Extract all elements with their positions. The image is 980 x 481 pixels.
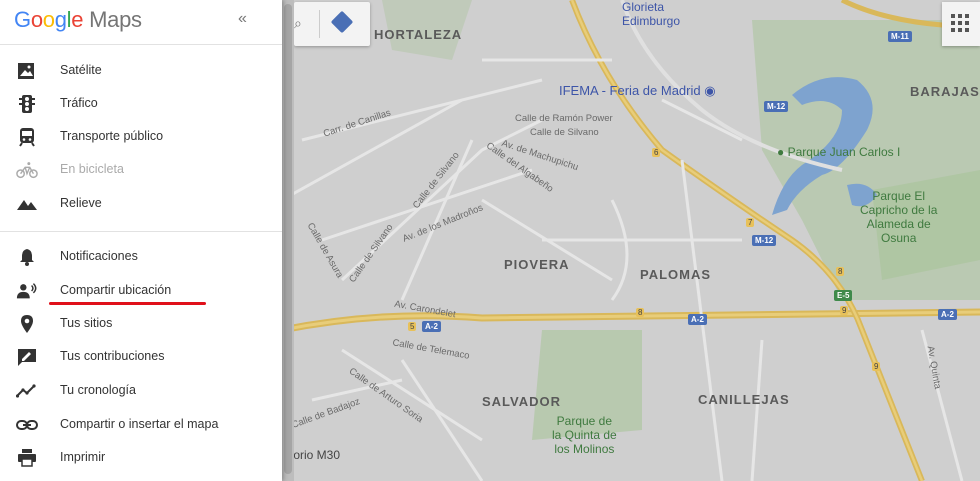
menu-item-timeline[interactable]: Tu cronología	[0, 374, 282, 407]
pin-icon	[21, 315, 33, 333]
menu-item-label: Tus sitios	[60, 316, 113, 330]
divider	[0, 231, 282, 232]
menu-item-share-embed[interactable]: Compartir o insertar el mapa	[0, 408, 282, 441]
menu-item-transit[interactable]: Transporte público	[0, 120, 282, 153]
search-icon[interactable]: ⌕	[294, 15, 302, 32]
double-chevron-left-icon[interactable]: «	[238, 10, 247, 28]
menu-item-label: Tráfico	[60, 96, 98, 110]
sidebar-menu: Google Maps « Satélite Tráfico Transporte…	[0, 0, 282, 481]
menu-item-label: Satélite	[60, 63, 102, 77]
menu-item-label: Tu cronología	[60, 383, 136, 397]
menu-item-label: En bicicleta	[60, 162, 124, 176]
menu-item-satellite[interactable]: Satélite	[0, 54, 282, 87]
menu-item-label: Imprimir	[60, 450, 106, 464]
menu-item-label: Compartir ubicación	[60, 283, 172, 297]
timeline-icon	[16, 384, 36, 398]
sidebar-scrollbar[interactable]	[282, 0, 294, 481]
menu-item-label: Transporte público	[60, 129, 164, 143]
apps-grid-button[interactable]	[942, 2, 980, 46]
transit-icon	[19, 128, 35, 147]
bike-icon	[16, 162, 38, 179]
divider	[0, 44, 282, 45]
highlight-underline	[49, 302, 206, 305]
menu-item-terrain[interactable]: Relieve	[0, 187, 282, 220]
menu-item-label: Relieve	[60, 196, 102, 210]
menu-item-notifications[interactable]: Notificaciones	[0, 240, 282, 273]
logo-product: Maps	[89, 7, 142, 32]
map-canvas[interactable]: Glorieta Edimburgo HORTALEZA BARAJAS IFEM…	[282, 0, 980, 481]
scrollbar-thumb[interactable]	[284, 4, 292, 474]
terrain-icon	[17, 200, 37, 210]
menu-item-traffic[interactable]: Tráfico	[0, 87, 282, 120]
menu-item-your-places[interactable]: Tus sitios	[0, 307, 282, 340]
map-search-controls: ⌕	[294, 2, 370, 46]
google-maps-logo: Google Maps	[14, 7, 142, 33]
traffic-icon	[19, 95, 35, 113]
print-icon	[18, 449, 36, 467]
satellite-icon	[18, 63, 34, 79]
menu-item-contributions[interactable]: Tus contribuciones	[0, 340, 282, 373]
share-location-icon	[16, 283, 37, 299]
menu-item-print[interactable]: Imprimir	[0, 441, 282, 474]
edit-icon	[18, 349, 36, 366]
menu-item-label: Compartir o insertar el mapa	[60, 417, 219, 431]
menu-item-bicycling[interactable]: En bicicleta	[0, 153, 282, 186]
menu-item-label: Tus contribuciones	[60, 349, 165, 363]
menu-item-label: Notificaciones	[60, 249, 138, 263]
directions-icon[interactable]	[330, 10, 354, 34]
apps-grid-icon	[951, 14, 969, 32]
logo-google: Google	[14, 7, 84, 32]
bell-icon	[20, 249, 34, 266]
link-icon	[16, 420, 38, 430]
